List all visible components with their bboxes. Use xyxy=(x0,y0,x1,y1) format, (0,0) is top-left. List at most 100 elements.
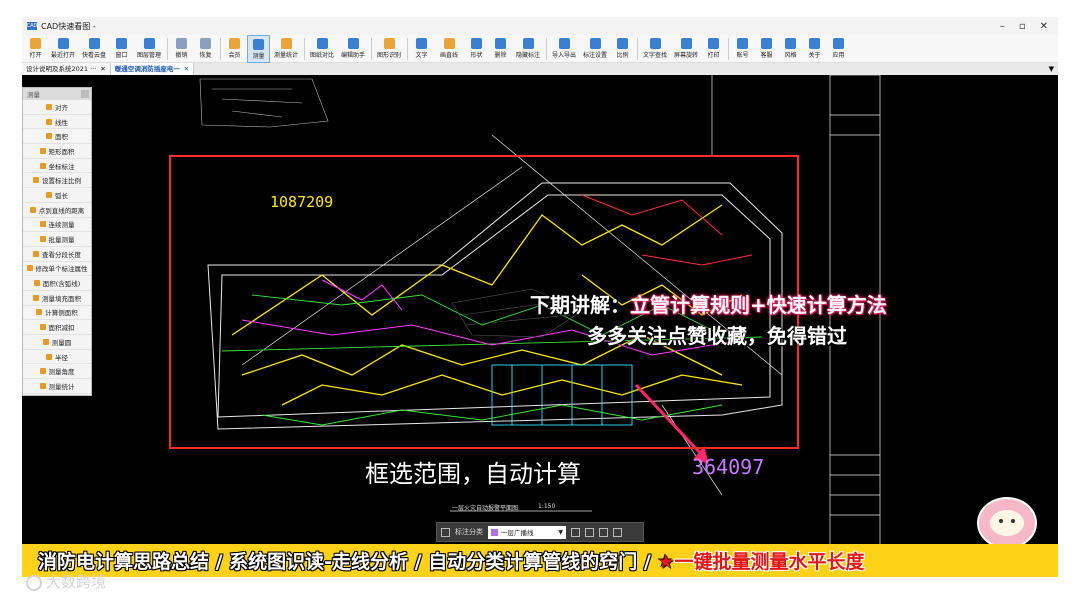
palette-item[interactable]: 面积减扣 xyxy=(23,320,91,335)
toolbar-button-account[interactable]: 账号 xyxy=(731,35,754,63)
toolbar-separator xyxy=(728,38,729,60)
palette-item[interactable]: 测量统计 xyxy=(23,379,91,394)
copy-icon[interactable] xyxy=(599,527,608,537)
toolbar-button-compare[interactable]: 图纸对比 xyxy=(307,35,337,63)
tab-close-icon[interactable]: ✕ xyxy=(184,63,189,75)
toolbar-button-window[interactable]: 窗口 xyxy=(110,35,133,63)
toolbar-button-shape[interactable]: 形状 xyxy=(465,35,488,63)
palette-header: 测量 xyxy=(23,88,91,100)
palette-item[interactable]: 面积 xyxy=(23,129,91,145)
toolbar-button-headset[interactable]: 客服 xyxy=(755,35,778,63)
toolbar-button-label: 应用 xyxy=(832,52,845,59)
toolbar-button-vip[interactable]: 会员 xyxy=(223,35,246,63)
toolbar-separator xyxy=(304,38,305,60)
palette-pin-icon[interactable] xyxy=(81,90,89,98)
measure-tool-icon xyxy=(33,250,39,257)
mini-plan xyxy=(199,78,329,128)
mascot-face xyxy=(990,510,1024,536)
window-icon xyxy=(116,38,127,49)
toolbar-button-text[interactable]: 文字 xyxy=(410,35,433,63)
toolbar-button-scale[interactable]: 比例 xyxy=(611,35,634,63)
palette-item-label: 设置标注比例 xyxy=(42,177,81,186)
toolbar-button-label: 图形识别 xyxy=(376,52,401,59)
toolbar-button-measure-stats[interactable]: 测量统计 xyxy=(271,35,301,63)
palette-item[interactable]: 弧长 xyxy=(23,188,91,203)
mascot-avatar xyxy=(977,497,1037,549)
toolbar-button-measure[interactable]: 测量 xyxy=(247,35,270,63)
caption-next-highlight: 立管计算规则+快速计算方法 xyxy=(630,293,887,317)
close-window-button[interactable]: ✕ xyxy=(1040,21,1048,32)
palette-item[interactable]: 设置标注比例 xyxy=(23,173,91,189)
grid-icon[interactable] xyxy=(441,527,450,537)
toolbar-button-apps[interactable]: 应用 xyxy=(827,35,850,63)
toolbar-button-annotation-settings[interactable]: 标注设置 xyxy=(580,35,610,63)
toolbar-button-print[interactable]: 打印 xyxy=(702,35,725,63)
palette-item[interactable]: 批量测量 xyxy=(23,232,91,247)
rotate-screen-icon xyxy=(680,38,692,49)
apps-icon xyxy=(833,38,844,49)
palette-item[interactable]: 线性 xyxy=(23,115,91,130)
palette-item[interactable]: 坐标标注 xyxy=(23,159,91,174)
toolbar-separator xyxy=(371,38,372,60)
toolbar-button-rotate-screen[interactable]: 屏幕旋转 xyxy=(671,35,701,63)
palette-item-label: 面积减扣 xyxy=(48,324,75,333)
palette-item[interactable]: 矩形面积 xyxy=(23,144,91,159)
palette-item-label: 点到直线的距离 xyxy=(38,206,85,215)
toolbar-button-layers[interactable]: 图层管理 xyxy=(134,35,164,63)
toolbar-button-shape-recognize[interactable]: 图形识别 xyxy=(374,35,404,63)
toolbar-button-text-search[interactable]: 文字查找 xyxy=(640,35,670,63)
maximize-button[interactable]: ▫ xyxy=(1019,21,1026,32)
tabs-menu-icon[interactable]: ▼ xyxy=(1049,63,1054,75)
toolbar-button-eraser[interactable]: 删除 xyxy=(489,35,512,63)
toolbar-button-info[interactable]: 关于 xyxy=(803,35,826,63)
toolbar-button-label: 客服 xyxy=(760,52,773,59)
tab-close-icon[interactable]: ✕ xyxy=(100,63,105,75)
toolbar-button-edit-assistant[interactable]: 编辑助手 xyxy=(338,35,368,63)
toolbar-button-cloud[interactable]: 快看云盘 xyxy=(79,35,109,63)
palette-item[interactable]: 测量填充面积 xyxy=(23,291,91,306)
toolbar-button-recent[interactable]: 最近打开 xyxy=(48,35,78,63)
move-icon[interactable] xyxy=(585,527,594,537)
minimize-button[interactable]: – xyxy=(1000,21,1005,32)
palette-item[interactable]: 测量圆 xyxy=(23,335,91,350)
recent-icon xyxy=(57,38,69,49)
toolbar-button-style[interactable]: 风格 xyxy=(779,35,802,63)
palette-item[interactable]: 连续测量 xyxy=(23,218,91,233)
measure-tool-icon xyxy=(42,338,49,345)
toolbar-button-redo[interactable]: 恢复 xyxy=(194,35,217,63)
text-search-icon xyxy=(649,38,661,49)
window-title: CAD快速看图 - xyxy=(41,21,96,31)
toolbar-button-line[interactable]: 画直线 xyxy=(434,35,464,63)
palette-item[interactable]: 半径 xyxy=(23,350,91,365)
palette-item[interactable]: 查看分段长度 xyxy=(23,247,91,262)
toolbar-button-hide-annotation[interactable]: 隐藏标注 xyxy=(513,35,543,63)
paste-icon[interactable] xyxy=(613,527,622,537)
palette-item[interactable]: 面积(含弧线) xyxy=(23,276,91,291)
toolbar-button-label: 快看云盘 xyxy=(81,52,106,59)
palette-item[interactable]: 点到直线的距离 xyxy=(23,203,91,218)
toolbar-separator xyxy=(407,38,408,60)
measure-tool-icon xyxy=(33,177,39,184)
palette-item[interactable]: 测量角度 xyxy=(23,364,91,380)
toolbar-button-label: 测量 xyxy=(252,53,265,60)
palette-item[interactable]: 计算侧面积 xyxy=(23,306,91,321)
tab-design-notes[interactable]: 设计说明及系统2021 ··· ✕ xyxy=(22,63,111,75)
palette-item[interactable]: 对齐 xyxy=(23,100,91,115)
palette-item[interactable]: 修改单个标注属性 xyxy=(23,262,91,277)
toolbar-button-label: 关于 xyxy=(808,52,821,59)
toolbar-button-import-export[interactable]: 导入导出 xyxy=(549,35,579,63)
watermark-text: 大数跨境 xyxy=(46,573,107,591)
toolbar-button-folder-open[interactable]: 打开 xyxy=(24,35,47,63)
headset-icon xyxy=(761,38,772,49)
edit-icon[interactable] xyxy=(571,527,580,537)
tab-hvac-fire[interactable]: 暖通空调消防插座电一 ✕ xyxy=(110,63,195,75)
document-tabs: 设计说明及系统2021 ··· ✕ 暖通空调消防插座电一 ✕ ▼ xyxy=(22,63,1058,75)
measure-tool-icon xyxy=(39,382,46,389)
tab-label: 设计说明及系统2021 ··· xyxy=(26,65,97,73)
caption-next-episode: 下期讲解：立管计算规则+快速计算方法 xyxy=(530,289,887,318)
measure-tool-icon xyxy=(46,133,52,140)
annotation-category-select[interactable]: 一层广播线 ▼ xyxy=(488,525,566,539)
palette-item-label: 面积(含弧线) xyxy=(42,280,81,289)
toolbar-button-undo[interactable]: 撤销 xyxy=(170,35,193,63)
measure-tool-icon xyxy=(39,236,46,243)
